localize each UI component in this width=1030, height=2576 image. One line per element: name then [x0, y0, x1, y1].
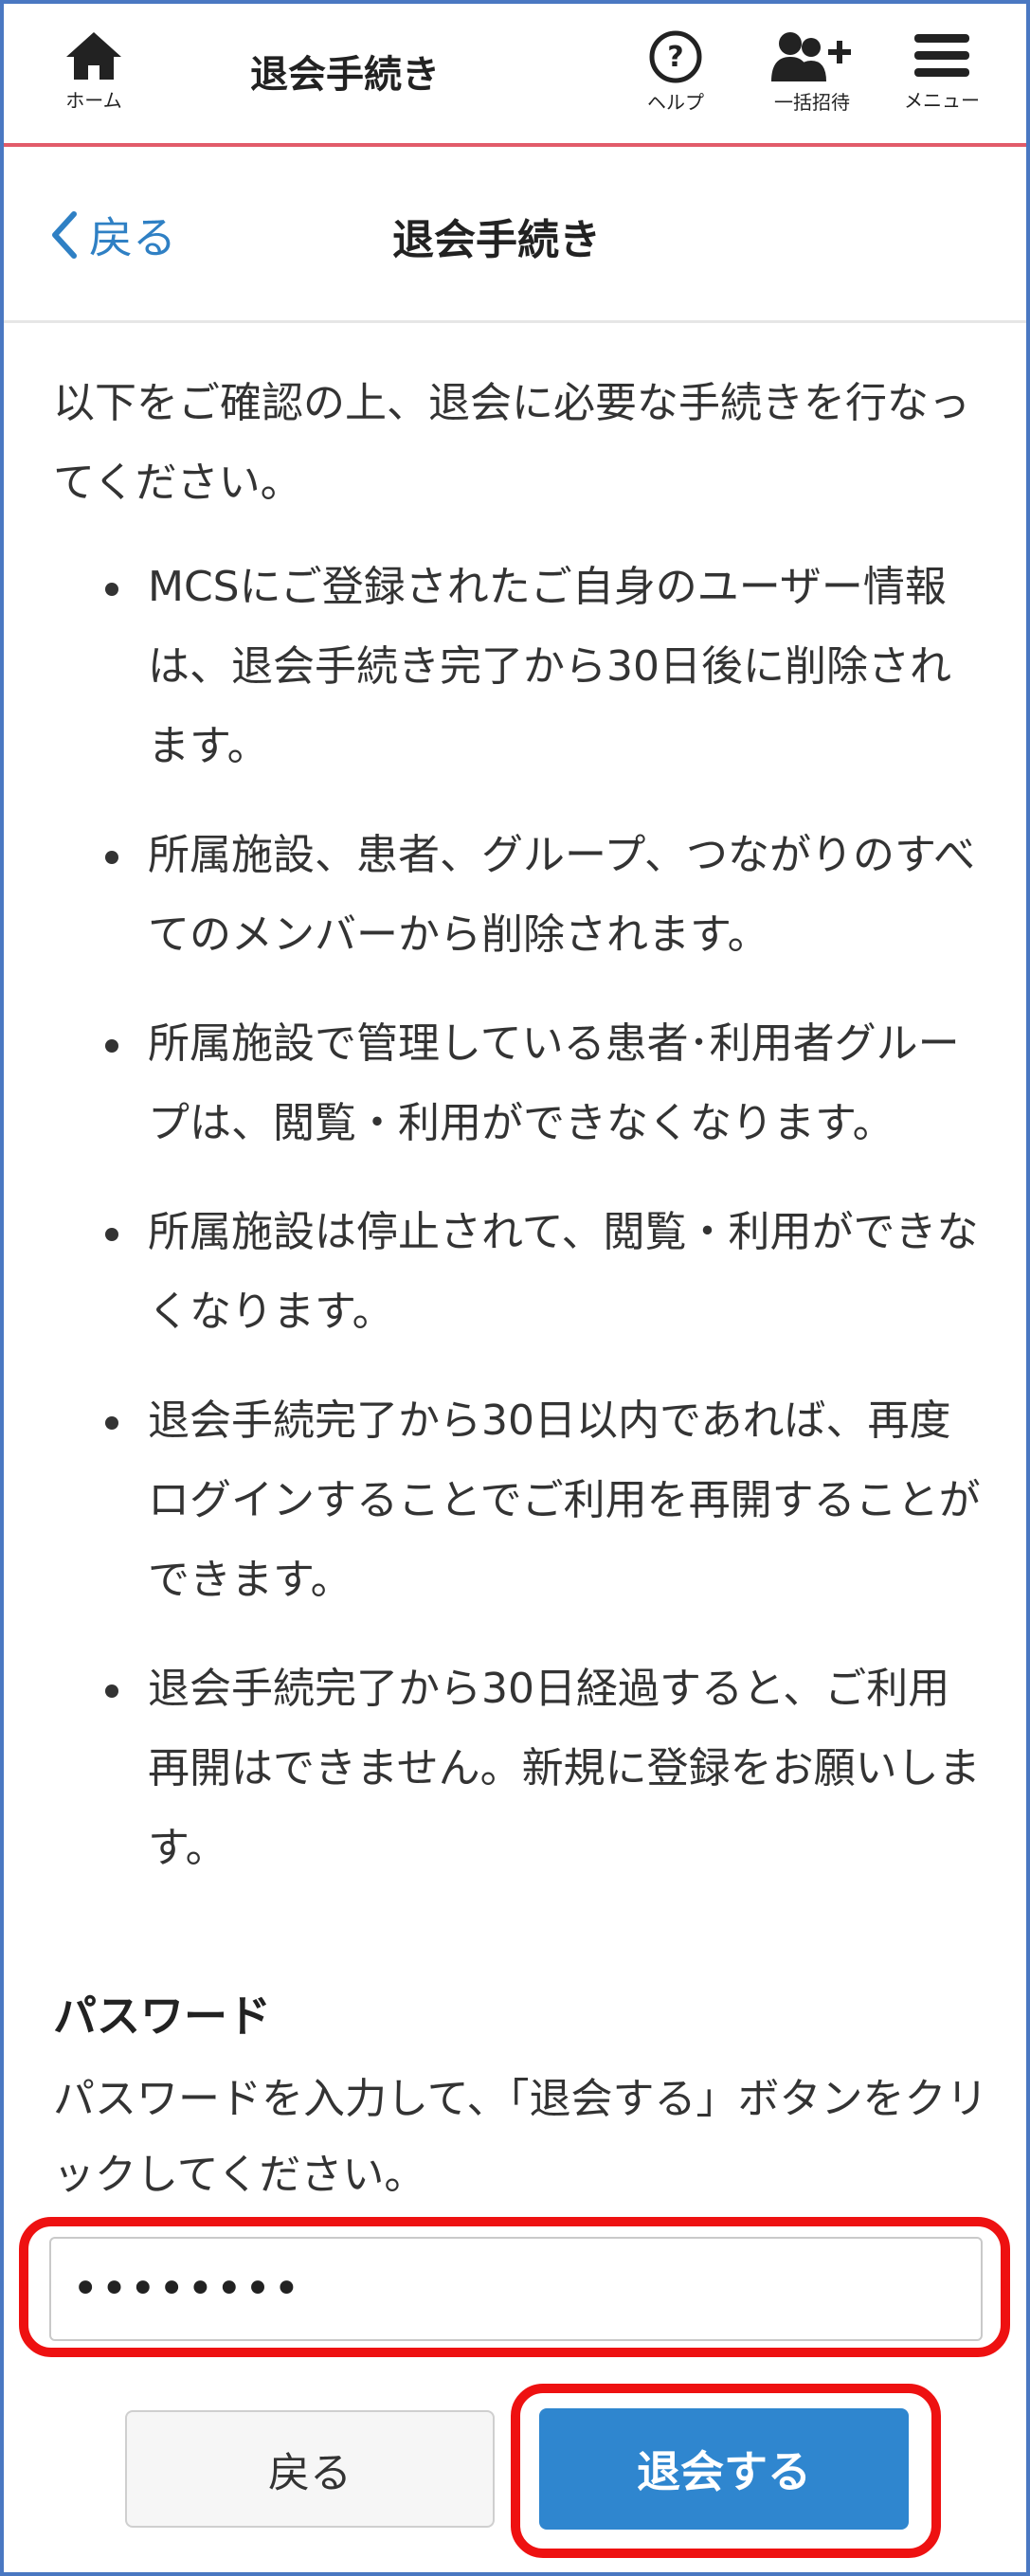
app-title: 退会手続き: [250, 53, 440, 97]
home-icon: [66, 32, 121, 80]
notice-item-group-access: 所属施設で管理している患者･利用者グループは、閲覧・利用ができなくなります。: [53, 1004, 982, 1163]
bulk-invite-nav-button[interactable]: 一括招待: [760, 30, 864, 115]
notice-content: 以下をご確認の上、退会に必要な手続きを行なってください。 MCSにご登録されたご…: [53, 364, 982, 1918]
add-users-icon: [771, 32, 851, 81]
help-label: ヘルプ: [647, 91, 704, 114]
top-navbar: ホーム 退会手続き ? ヘルプ 一括招待 メニュー: [4, 4, 1026, 147]
notice-item-after-30-days: 退会手続完了から30日経過すると、ご利用再開はできません。新規に登録をお願いしま…: [53, 1649, 982, 1888]
home-nav-button[interactable]: ホーム: [51, 30, 136, 113]
notice-item-member-removal: 所属施設、患者、グループ、つながりのすべてのメンバーから削除されます。: [53, 816, 982, 975]
help-icon: ?: [649, 30, 702, 83]
home-label: ホーム: [65, 89, 122, 112]
notice-item-account-deletion: MCSにご登録されたご自身のユーザー情報は、退会手続き完了から30日後に削除され…: [53, 548, 982, 786]
svg-text:?: ?: [667, 41, 683, 74]
page-subheader: 戻る 退会手続き: [4, 147, 1026, 323]
withdraw-button[interactable]: 退会する: [539, 2408, 909, 2530]
menu-label: メニュー: [904, 89, 980, 112]
hamburger-menu-icon: [914, 34, 969, 77]
intro-text: 以下をご確認の上、退会に必要な手続きを行なってください。: [53, 379, 970, 507]
help-nav-button[interactable]: ? ヘルプ: [633, 30, 718, 115]
password-label: パスワード: [53, 1991, 271, 2042]
bulk-invite-label: 一括招待: [774, 91, 850, 114]
notice-item-facility-suspension: 所属施設は停止されて、閲覧・利用ができなくなります。: [53, 1193, 982, 1352]
back-link-label: 戻る: [89, 212, 176, 263]
menu-nav-button[interactable]: メニュー: [890, 30, 994, 113]
page-title: 退会手続き: [392, 216, 601, 264]
back-button[interactable]: 戻る: [125, 2410, 495, 2528]
chevron-left-icon: [52, 211, 77, 259]
notice-list: MCSにご登録されたご自身のユーザー情報は、退会手続き完了から30日後に削除され…: [53, 548, 982, 1888]
back-link[interactable]: 戻る: [49, 204, 176, 266]
app-frame: ホーム 退会手続き ? ヘルプ 一括招待 メニュー 戻る 退会手続き 以下をご確…: [0, 0, 1030, 2576]
notice-item-reactivation: 退会手続完了から30日以内であれば、再度ログインすることでご利用を再開することが…: [53, 1381, 982, 1620]
password-help-text: パスワードを入力して、「退会する」ボタンをクリックしてください。: [53, 2075, 988, 2199]
password-input[interactable]: [49, 2237, 983, 2341]
